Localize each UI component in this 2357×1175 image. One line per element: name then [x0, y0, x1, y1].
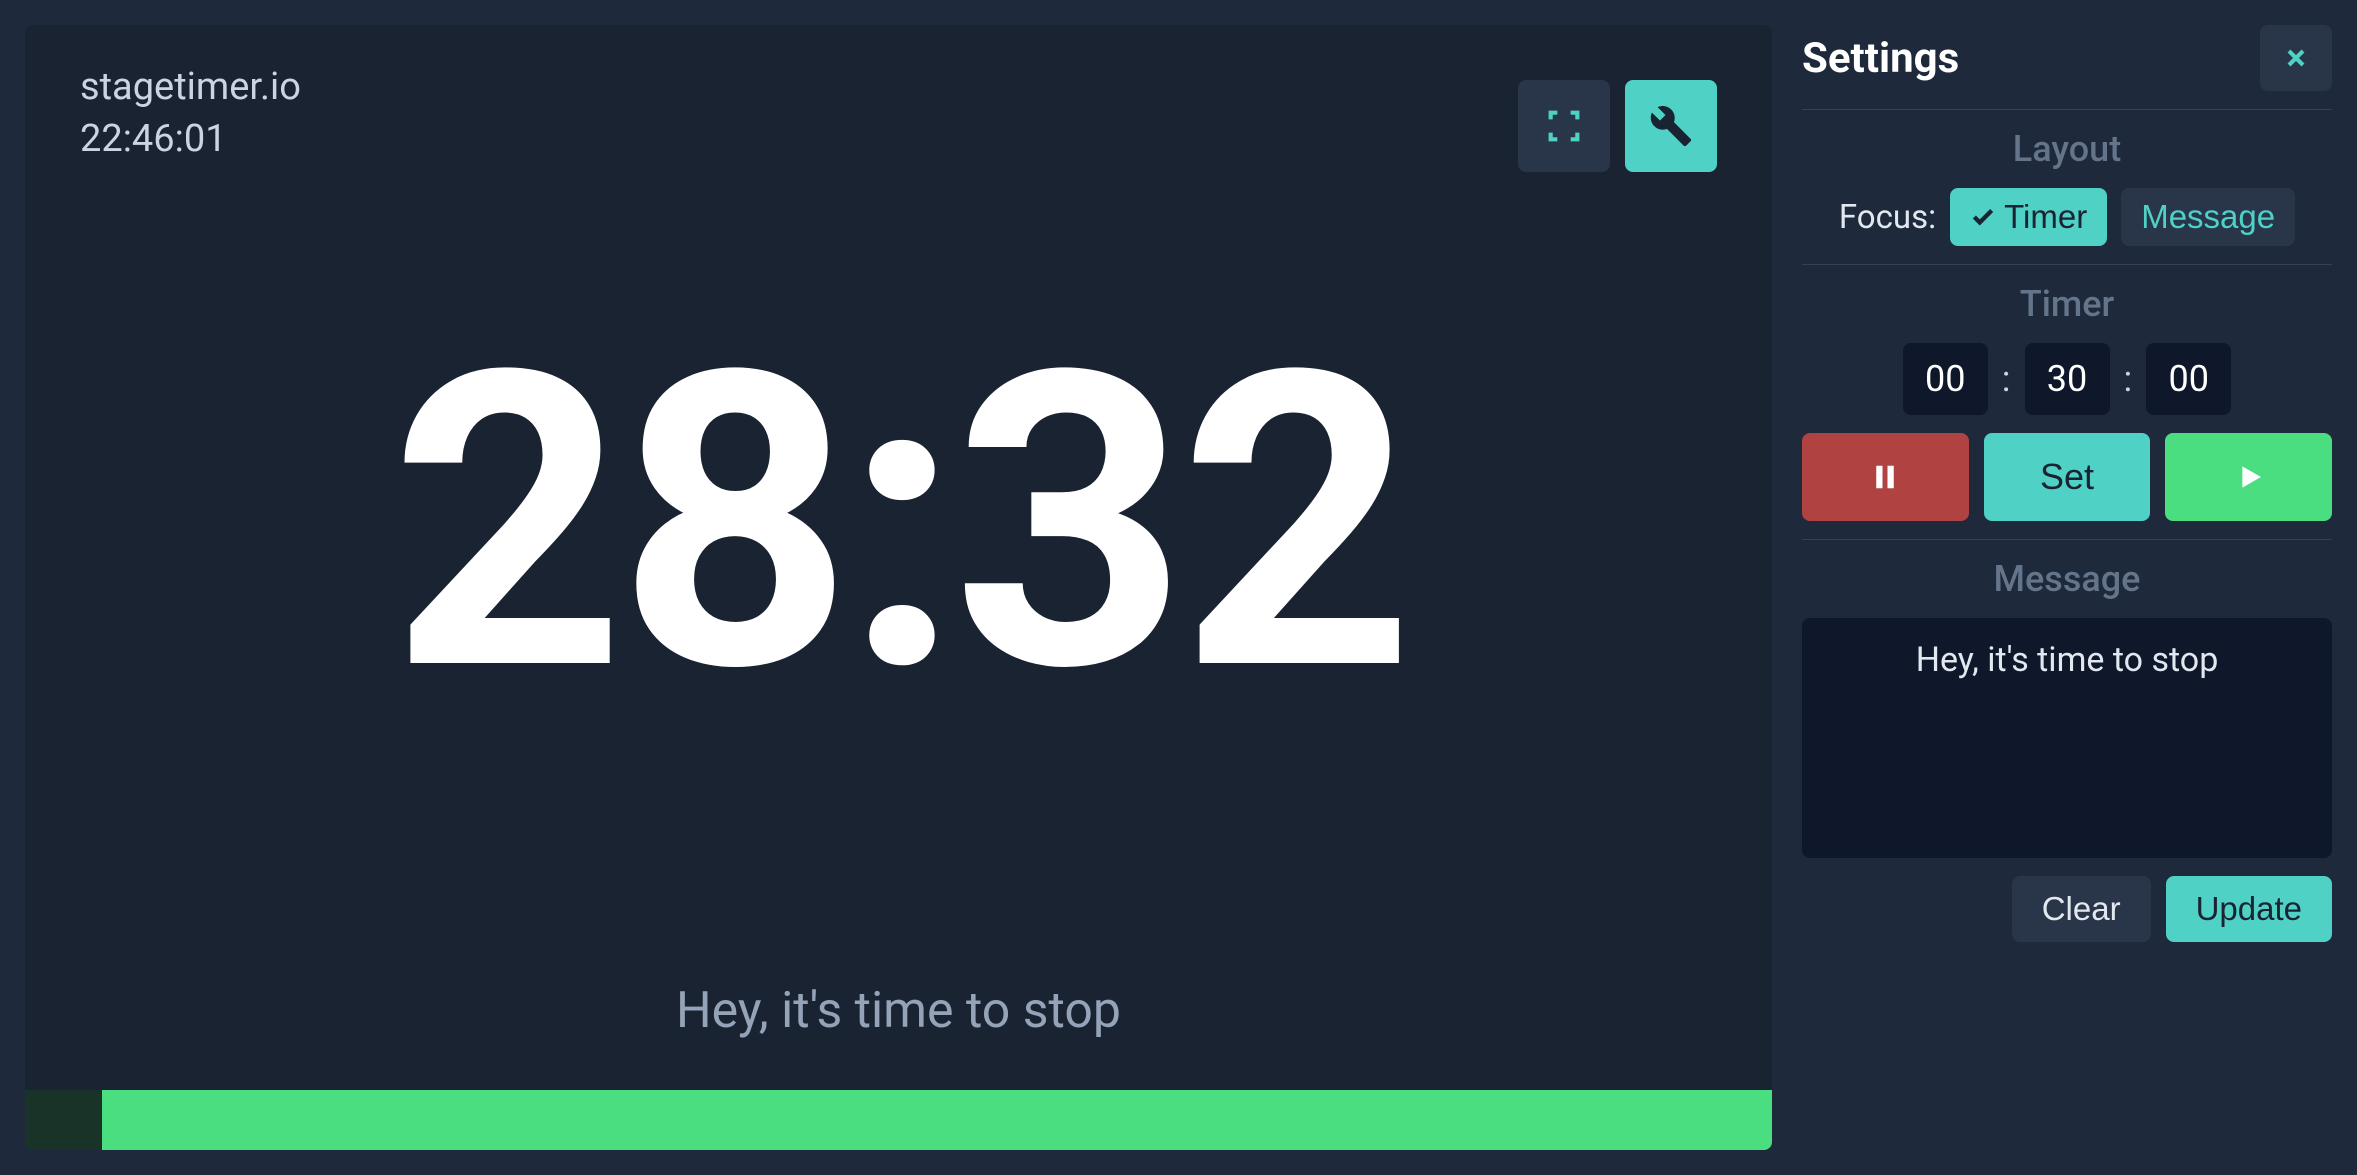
message-display: Hey, it's time to stop — [25, 982, 1772, 1040]
message-textarea[interactable]: Hey, it's time to stop — [1802, 618, 2332, 858]
settings-header: Settings — [1802, 25, 2332, 91]
seconds-input[interactable] — [2146, 343, 2231, 415]
progress-remaining — [102, 1090, 1772, 1150]
time-separator: : — [2002, 358, 2011, 400]
tools-icon — [1649, 104, 1693, 148]
pause-button[interactable] — [1802, 433, 1969, 521]
timer-section-label: Timer — [1802, 283, 2332, 325]
divider — [1802, 539, 2332, 540]
divider — [1802, 109, 2332, 110]
clear-label: Clear — [2042, 890, 2121, 927]
set-button[interactable]: Set — [1984, 433, 2151, 521]
focus-message-toggle[interactable]: Message — [2121, 188, 2295, 246]
play-icon — [2233, 461, 2265, 493]
message-actions: Clear Update — [1802, 876, 2332, 942]
progress-elapsed — [25, 1090, 102, 1150]
divider — [1802, 264, 2332, 265]
layout-section-label: Layout — [1802, 128, 2332, 170]
play-button[interactable] — [2165, 433, 2332, 521]
current-time: 22:46:01 — [80, 117, 301, 161]
countdown-display: 28:32 — [25, 65, 1772, 982]
check-icon — [1970, 204, 1996, 230]
update-label: Update — [2196, 890, 2302, 927]
top-controls — [1518, 80, 1717, 172]
pause-icon — [1870, 460, 1900, 494]
time-input-row: : : — [1802, 343, 2332, 415]
close-settings-button[interactable] — [2260, 25, 2332, 91]
set-label: Set — [2040, 456, 2094, 498]
time-separator: : — [2124, 358, 2133, 400]
progress-bar — [25, 1090, 1772, 1150]
settings-panel: Settings Layout Focus: Timer Message Tim… — [1802, 25, 2332, 1150]
timer-main-panel: stagetimer.io 22:46:01 28:32 Hey, it's t… — [25, 25, 1772, 1150]
brand-name: stagetimer.io — [80, 65, 301, 109]
fullscreen-button[interactable] — [1518, 80, 1610, 172]
focus-timer-toggle[interactable]: Timer — [1950, 188, 2107, 246]
message-section-label: Message — [1802, 558, 2332, 600]
settings-title: Settings — [1802, 34, 1959, 83]
header: stagetimer.io 22:46:01 — [80, 65, 301, 161]
focus-label: Focus: — [1839, 198, 1936, 237]
focus-timer-label: Timer — [2004, 198, 2087, 236]
timer-controls: Set — [1802, 433, 2332, 521]
minutes-input[interactable] — [2025, 343, 2110, 415]
settings-button[interactable] — [1625, 80, 1717, 172]
fullscreen-icon — [1544, 106, 1584, 146]
close-icon — [2282, 44, 2310, 72]
focus-toggle-row: Focus: Timer Message — [1802, 188, 2332, 246]
clear-button[interactable]: Clear — [2012, 876, 2151, 942]
focus-message-label: Message — [2141, 198, 2275, 236]
hours-input[interactable] — [1903, 343, 1988, 415]
update-button[interactable]: Update — [2166, 876, 2332, 942]
